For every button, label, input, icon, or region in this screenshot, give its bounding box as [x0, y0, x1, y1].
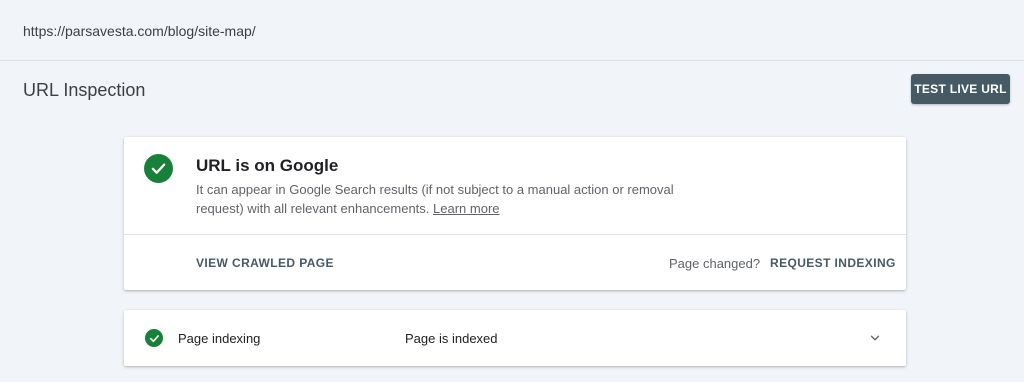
view-crawled-page-button[interactable]: VIEW CRAWLED PAGE: [196, 256, 334, 270]
inspected-url: https://parsavesta.com/blog/site-map/: [23, 23, 256, 39]
url-bar: https://parsavesta.com/blog/site-map/: [0, 0, 1024, 61]
url-status-card: URL is on Google It can appear in Google…: [124, 137, 906, 290]
page-indexing-label: Page indexing: [178, 331, 261, 346]
check-circle-icon: [145, 329, 163, 347]
page-title: URL Inspection: [23, 80, 146, 100]
check-circle-icon: [144, 154, 173, 183]
page-indexing-card[interactable]: Page indexing Page is indexed: [124, 310, 906, 366]
status-description: It can appear in Google Search results (…: [196, 180, 696, 218]
request-indexing-button[interactable]: REQUEST INDEXING: [770, 256, 896, 270]
chevron-down-icon[interactable]: [867, 330, 883, 346]
status-title: URL is on Google: [196, 156, 339, 175]
learn-more-link[interactable]: Learn more: [433, 201, 499, 216]
page-changed-label: Page changed?: [669, 256, 761, 271]
test-live-url-button[interactable]: TEST LIVE URL: [911, 74, 1010, 104]
page-indexing-status: Page is indexed: [405, 331, 498, 346]
divider: [124, 234, 906, 235]
